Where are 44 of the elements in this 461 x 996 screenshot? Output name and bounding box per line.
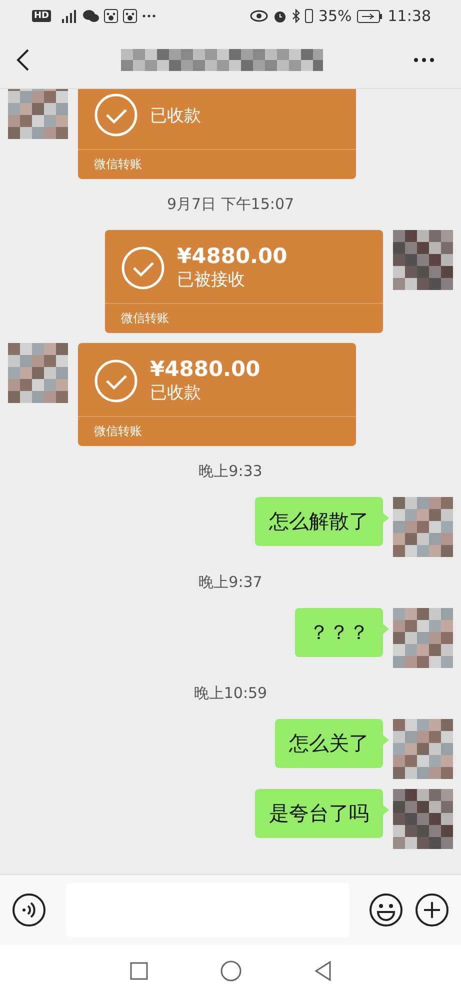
check-circle-icon bbox=[121, 246, 165, 290]
paw-icon bbox=[123, 9, 138, 23]
transfer-card[interactable]: ¥4880.00 已被接收 微信转账 bbox=[105, 230, 383, 333]
timestamp: 9月7日 下午15:07 bbox=[166, 195, 294, 214]
timestamp: 晚上9:37 bbox=[198, 573, 262, 592]
transfer-status: 已被接收 bbox=[177, 269, 246, 291]
voice-icon[interactable] bbox=[12, 893, 46, 927]
transfer-card[interactable]: ¥4880.00 已收款 微信转账 bbox=[78, 343, 356, 446]
more-icon[interactable] bbox=[413, 57, 435, 63]
battery-percent: 35% bbox=[318, 7, 352, 25]
transfer-label: 微信转账 bbox=[93, 156, 143, 173]
plus-icon[interactable] bbox=[415, 893, 449, 927]
transfer-amount: ¥4880.00 bbox=[177, 244, 288, 268]
timestamp: 晚上9:33 bbox=[198, 462, 262, 481]
battery-icon bbox=[356, 10, 383, 22]
avatar[interactable] bbox=[393, 497, 453, 557]
transfer-status: 已收款 bbox=[150, 104, 201, 126]
clock-time: 11:38 bbox=[388, 7, 431, 25]
eye-icon bbox=[250, 10, 268, 22]
avatar[interactable] bbox=[393, 608, 453, 668]
transfer-label: 微信转账 bbox=[120, 310, 170, 327]
avatar[interactable] bbox=[8, 89, 68, 139]
check-circle-icon bbox=[94, 358, 138, 402]
transfer-label: 微信转账 bbox=[93, 423, 143, 440]
bluetooth-icon bbox=[292, 9, 300, 23]
recents-icon[interactable] bbox=[130, 962, 148, 980]
back-icon[interactable] bbox=[16, 48, 30, 72]
chat-icon bbox=[83, 9, 100, 23]
avatar[interactable] bbox=[393, 789, 453, 849]
avatar[interactable] bbox=[393, 230, 453, 290]
timestamp: 晚上10:59 bbox=[194, 684, 268, 703]
more-icon bbox=[142, 14, 156, 18]
phone-icon bbox=[305, 9, 314, 23]
emoji-icon[interactable] bbox=[369, 893, 403, 927]
alarm-icon bbox=[273, 9, 288, 23]
hd-badge: HD bbox=[32, 10, 52, 22]
avatar[interactable] bbox=[393, 719, 453, 779]
transfer-card[interactable]: 已收款 微信转账 bbox=[78, 89, 356, 179]
paw-icon bbox=[104, 9, 118, 23]
transfer-status: 已收款 bbox=[150, 382, 202, 404]
transfer-amount: ¥4880.00 bbox=[150, 357, 260, 381]
check-circle-icon bbox=[94, 93, 138, 137]
home-icon[interactable] bbox=[220, 960, 242, 982]
avatar[interactable] bbox=[8, 343, 68, 403]
